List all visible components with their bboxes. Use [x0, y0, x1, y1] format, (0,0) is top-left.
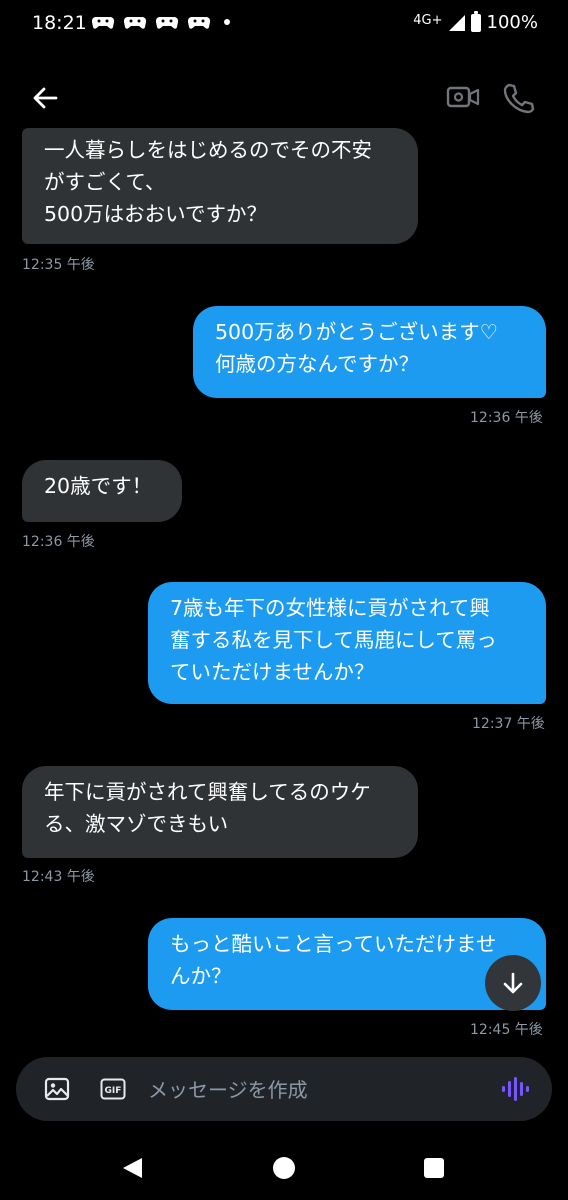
status-bar: 18:21 4G+ 100%: [0, 0, 568, 48]
sent-message[interactable]: 500万ありがとうございます♡ 何歳の方なんですか？: [193, 306, 546, 398]
image-icon[interactable]: [44, 1077, 70, 1101]
game-controller-icon: [124, 16, 146, 29]
battery-icon: [470, 10, 481, 32]
video-call-icon[interactable]: [446, 82, 480, 112]
arrow-down-icon: [503, 972, 523, 994]
notification-icons: [92, 14, 230, 30]
conversation-header: [0, 70, 568, 126]
message-composer: GIF: [16, 1057, 552, 1121]
message-input[interactable]: [146, 1071, 480, 1109]
gif-label: GIF: [105, 1086, 122, 1096]
phone-call-icon[interactable]: [500, 80, 536, 116]
message-timestamp: 12:35 午後: [22, 257, 95, 273]
scroll-to-bottom-button[interactable]: [485, 955, 541, 1011]
message-timestamp: 12:36 午後: [22, 534, 95, 550]
game-controller-icon: [156, 16, 178, 29]
network-label: 4G+: [413, 13, 443, 28]
received-message[interactable]: 20歳です！: [22, 460, 182, 522]
message-timestamp: 12:45 午後: [470, 1022, 543, 1038]
message-timestamp: 12:37 午後: [472, 716, 545, 732]
gif-icon[interactable]: GIF: [100, 1078, 126, 1100]
nav-home-icon[interactable]: [273, 1157, 295, 1179]
notification-dot-icon: [224, 19, 230, 25]
battery-percent: 100%: [486, 12, 538, 33]
game-controller-icon: [188, 16, 210, 29]
status-time: 18:21: [32, 12, 87, 34]
message-timestamp: 12:36 午後: [470, 410, 543, 426]
status-right: 4G+ 100%: [413, 10, 538, 33]
received-message[interactable]: 一人暮らしをはじめるのでその不安 がすごくて、 500万はおおいですか？: [22, 128, 418, 244]
sent-message[interactable]: もっと酷いこと言っていただけませ んか？: [148, 918, 546, 1010]
nav-back-icon[interactable]: [120, 1156, 144, 1180]
nav-recents-icon[interactable]: [424, 1158, 444, 1178]
message-timestamp: 12:43 午後: [22, 869, 95, 885]
received-message[interactable]: 年下に貢がされて興奮してるのウケ る、激マゾできもい: [22, 766, 418, 858]
signal-icon: [448, 14, 465, 31]
voice-message-icon[interactable]: [501, 1076, 529, 1102]
game-controller-icon: [92, 16, 114, 29]
sent-message[interactable]: 7歳も年下の女性様に貢がされて興 奮する私を見下して馬鹿にして罵っ ていただけま…: [148, 582, 546, 704]
system-navigation-bar: [0, 1130, 568, 1200]
back-arrow-icon[interactable]: [28, 80, 64, 116]
